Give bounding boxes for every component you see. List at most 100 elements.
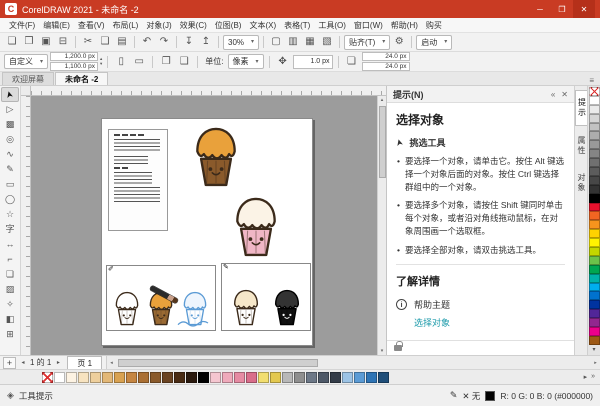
docker-collapse-icon[interactable]: « bbox=[551, 90, 555, 99]
color-swatch[interactable] bbox=[342, 372, 353, 383]
next-page-icon[interactable]: ▸ bbox=[53, 359, 63, 366]
connector-tool[interactable]: ⌐ bbox=[1, 252, 19, 267]
cupcake-outline-object[interactable] bbox=[229, 287, 263, 327]
color-swatch[interactable] bbox=[589, 185, 600, 194]
transparency-tool[interactable]: ▨ bbox=[1, 282, 19, 297]
pick-tool[interactable]: ➤ bbox=[1, 87, 19, 102]
page-height-field[interactable]: 1,100.0 px bbox=[50, 62, 98, 71]
color-swatch[interactable] bbox=[222, 372, 233, 383]
color-swatch[interactable] bbox=[589, 238, 600, 247]
menu-item[interactable]: 购买 bbox=[422, 20, 446, 31]
drawing-page[interactable]: ✐ ✎ bbox=[101, 118, 313, 346]
color-swatch[interactable] bbox=[258, 372, 269, 383]
color-swatch[interactable] bbox=[589, 300, 600, 309]
color-swatch[interactable] bbox=[150, 372, 161, 383]
color-swatch[interactable] bbox=[330, 372, 341, 383]
interactive-fill-tool[interactable]: ◧ bbox=[1, 312, 19, 327]
color-swatch[interactable] bbox=[589, 131, 600, 140]
document-tab[interactable]: 未命名 -2 bbox=[55, 72, 108, 85]
color-swatch[interactable] bbox=[234, 372, 245, 383]
palette-scroll-down-icon[interactable]: ▾ bbox=[592, 345, 595, 354]
horizontal-scroll-thumb[interactable] bbox=[118, 359, 317, 367]
fullscreen-preview-button[interactable]: ▢ bbox=[268, 35, 284, 50]
color-swatch[interactable] bbox=[589, 265, 600, 274]
rectangle-tool[interactable]: ▭ bbox=[1, 177, 19, 192]
color-swatch[interactable] bbox=[589, 123, 600, 132]
cupcake-outline-object[interactable] bbox=[111, 289, 143, 327]
color-swatch[interactable] bbox=[589, 220, 600, 229]
color-swatch[interactable] bbox=[366, 372, 377, 383]
color-swatch[interactable] bbox=[174, 372, 185, 383]
color-swatch[interactable] bbox=[90, 372, 101, 383]
color-swatch[interactable] bbox=[589, 140, 600, 149]
color-swatch[interactable] bbox=[589, 149, 600, 158]
maximize-button[interactable]: ❐ bbox=[551, 0, 573, 18]
mesh-fill-tool[interactable]: ⊞ bbox=[1, 327, 19, 342]
cupcake-silhouette-object[interactable] bbox=[270, 287, 304, 327]
color-swatch[interactable] bbox=[354, 372, 365, 383]
horizontal-scrollbar[interactable]: ◂ ▸ bbox=[106, 356, 600, 369]
horizontal-ruler[interactable] bbox=[31, 86, 386, 96]
portrait-button[interactable]: ▯ bbox=[113, 54, 129, 69]
open-button[interactable]: ❒ bbox=[21, 35, 37, 50]
new-document-button[interactable]: ❏ bbox=[4, 35, 20, 50]
color-swatch[interactable] bbox=[589, 211, 600, 220]
color-swatch[interactable] bbox=[589, 203, 600, 212]
nudge-distance-field[interactable]: 1.0 px bbox=[293, 55, 333, 69]
vertical-ruler[interactable] bbox=[21, 96, 31, 355]
document-tab[interactable]: 欢迎屏幕 bbox=[2, 72, 54, 85]
polygon-tool[interactable]: ☆ bbox=[1, 207, 19, 222]
zoom-level-select[interactable]: 30%▾ bbox=[223, 35, 259, 50]
previous-page-icon[interactable]: ◂ bbox=[18, 359, 28, 366]
color-swatch[interactable] bbox=[318, 372, 329, 383]
menu-item[interactable]: 窗口(W) bbox=[350, 20, 387, 31]
page-tab[interactable]: 页 1 bbox=[67, 356, 102, 369]
color-swatch[interactable] bbox=[126, 372, 137, 383]
launcher-dropdown[interactable]: 启动▾ bbox=[416, 35, 452, 50]
color-swatch[interactable] bbox=[589, 318, 600, 327]
scroll-left-icon[interactable]: ◂ bbox=[107, 360, 116, 366]
show-rulers-button[interactable]: ▥ bbox=[285, 35, 301, 50]
show-guidelines-button[interactable]: ▧ bbox=[319, 35, 335, 50]
options-button[interactable]: ⚙ bbox=[391, 35, 407, 50]
duplicate-y-field[interactable]: 24.0 px bbox=[362, 62, 410, 71]
show-grid-button[interactable]: ▦ bbox=[302, 35, 318, 50]
freehand-tool[interactable]: ∿ bbox=[1, 147, 19, 162]
color-swatch[interactable] bbox=[306, 372, 317, 383]
crop-tool[interactable]: ▩ bbox=[1, 117, 19, 132]
spin-down-icon[interactable]: ▾ bbox=[100, 62, 102, 67]
color-swatch[interactable] bbox=[114, 372, 125, 383]
color-swatch[interactable] bbox=[589, 176, 600, 185]
menu-item[interactable]: 文件(F) bbox=[5, 20, 39, 31]
tab-list-icon[interactable]: ≡ bbox=[585, 76, 598, 85]
redo-button[interactable]: ↷ bbox=[156, 35, 172, 50]
color-swatch[interactable] bbox=[589, 96, 600, 105]
artistic-media-tool[interactable]: ✎ bbox=[1, 162, 19, 177]
docker-close-icon[interactable]: ✕ bbox=[561, 90, 568, 99]
page-size-spinner[interactable]: ▴ ▾ bbox=[100, 57, 102, 66]
scroll-right-icon[interactable]: ▸ bbox=[591, 360, 600, 366]
paste-button[interactable]: ▤ bbox=[114, 35, 130, 50]
color-swatch[interactable] bbox=[246, 372, 257, 383]
snap-to-dropdown[interactable]: 贴齐(T)▾ bbox=[344, 35, 390, 50]
menu-item[interactable]: 效果(C) bbox=[176, 20, 211, 31]
shadow-tool[interactable]: ❏ bbox=[1, 267, 19, 282]
color-swatch[interactable] bbox=[282, 372, 293, 383]
zoom-tool[interactable]: ◎ bbox=[1, 132, 19, 147]
vertical-scrollbar[interactable]: ▴ ▾ bbox=[377, 96, 386, 355]
color-swatch[interactable] bbox=[589, 327, 600, 336]
color-swatch[interactable] bbox=[210, 372, 221, 383]
sketch-frame-object[interactable]: ✐ bbox=[106, 265, 216, 331]
notes-panel-object[interactable] bbox=[108, 129, 168, 231]
select-objects-help-link[interactable]: 选择对象 bbox=[414, 316, 450, 329]
vertical-scroll-thumb[interactable] bbox=[379, 106, 386, 178]
duplicate-x-field[interactable]: 24.0 px bbox=[362, 52, 410, 61]
lock-icon[interactable] bbox=[394, 345, 402, 351]
page-size-preset-select[interactable]: 自定义 ▾ bbox=[4, 54, 48, 69]
palette-expand-icon[interactable]: » bbox=[591, 373, 595, 381]
add-page-button[interactable]: + bbox=[3, 357, 16, 369]
menu-item[interactable]: 布局(L) bbox=[109, 20, 143, 31]
color-swatch[interactable] bbox=[138, 372, 149, 383]
color-swatch[interactable] bbox=[589, 167, 600, 176]
color-swatch[interactable] bbox=[294, 372, 305, 383]
